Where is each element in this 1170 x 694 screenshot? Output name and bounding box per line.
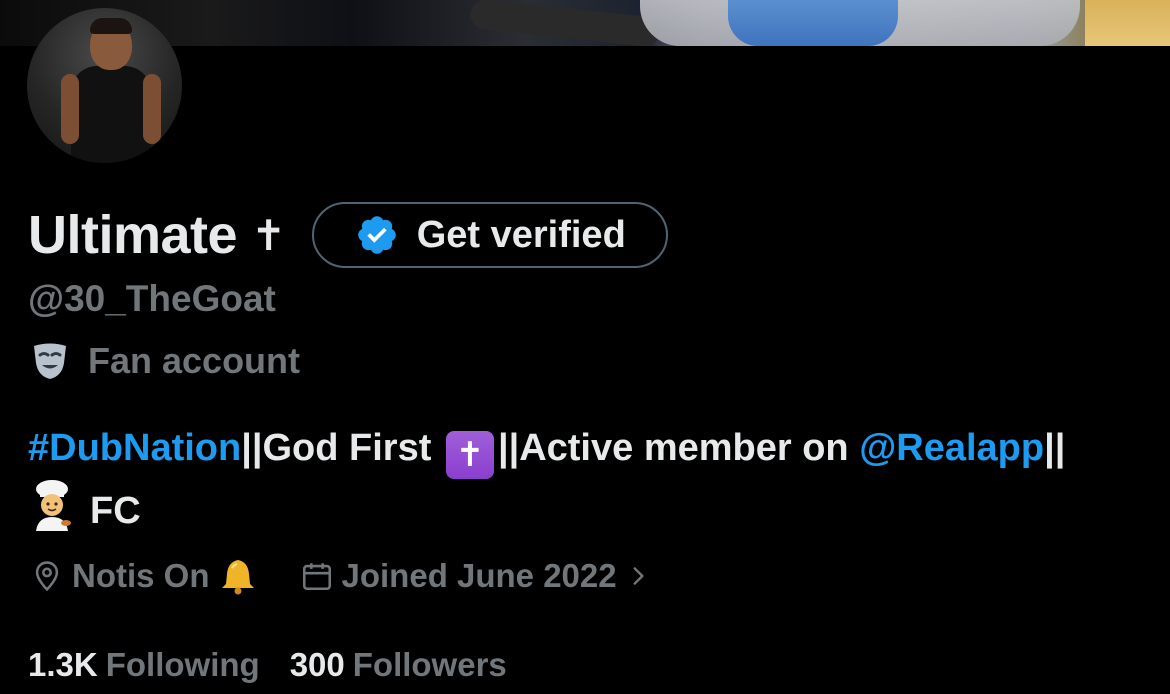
chevron-right-icon[interactable] xyxy=(625,561,651,591)
banner-jersey-shape xyxy=(728,0,898,46)
cook-emoji xyxy=(28,479,76,531)
location-item: Notis On xyxy=(30,556,258,596)
profile-category: Fan account xyxy=(30,336,300,386)
avatar-arm-shape xyxy=(143,74,161,144)
profile-handle: @30_TheGoat xyxy=(28,278,276,319)
profile-meta: Notis On Joined June 2022 xyxy=(30,552,651,600)
avatar-arm-shape xyxy=(61,74,79,144)
profile-stats: 1.3K Following 300 Followers xyxy=(28,640,507,690)
get-verified-label: Get verified xyxy=(416,213,626,256)
followers-label: Followers xyxy=(352,646,507,683)
bio-text: FC xyxy=(90,490,141,532)
bio-text: || xyxy=(1044,427,1066,469)
name-row: Ultimate ✝ Get verified xyxy=(28,198,669,272)
joined-item: Joined June 2022 xyxy=(300,557,651,595)
cross-emoji: ✝ xyxy=(445,431,494,479)
following-label: Following xyxy=(105,646,260,683)
bio-mention-link[interactable]: @Realapp xyxy=(859,427,1044,469)
followers-link[interactable]: 300 Followers xyxy=(290,646,507,684)
avatar-body-shape xyxy=(71,66,151,163)
theater-mask-icon xyxy=(34,343,66,379)
verified-badge-icon xyxy=(357,216,396,254)
location-text: Notis On xyxy=(72,557,210,594)
bio-text: ||Active member on xyxy=(497,427,860,469)
joined-text: Joined June 2022 xyxy=(341,557,617,594)
profile-bio: #DubNation||God First ✝ ||Active member o… xyxy=(28,420,1148,539)
bell-emoji xyxy=(221,560,254,595)
following-link[interactable]: 1.3K Following xyxy=(28,646,260,684)
location-pin-icon xyxy=(35,561,59,592)
followers-count: 300 xyxy=(289,646,345,683)
display-name: Ultimate xyxy=(28,205,238,265)
avatar-hair-shape xyxy=(90,18,132,34)
get-verified-button[interactable]: Get verified xyxy=(312,202,669,268)
bio-hashtag-link[interactable]: #DubNation xyxy=(28,427,241,469)
profile-banner[interactable] xyxy=(0,0,1170,46)
profile-avatar[interactable] xyxy=(27,8,182,163)
banner-arm-shape xyxy=(468,0,662,46)
calendar-icon xyxy=(302,563,331,591)
bio-text: ||God First xyxy=(241,427,442,469)
following-count: 1.3K xyxy=(28,646,98,683)
category-label: Fan account xyxy=(88,340,301,381)
banner-court-shape xyxy=(1085,0,1170,46)
name-cross-symbol: ✝ xyxy=(251,210,287,260)
